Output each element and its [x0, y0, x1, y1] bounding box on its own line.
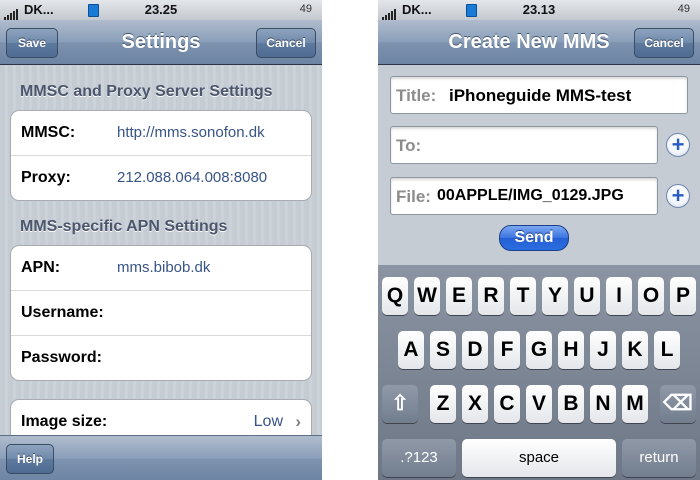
settings-screen: DK... 23.25 49 Save Settings Cancel MMSC…	[0, 0, 322, 480]
key-j[interactable]: J	[590, 331, 616, 369]
battery-level: 49	[677, 3, 690, 15]
settings-content: MMSC and Proxy Server Settings MMSC: htt…	[0, 65, 322, 445]
file-label: File:	[396, 187, 431, 206]
key-e[interactable]: E	[446, 277, 472, 315]
title-label: Title:	[396, 86, 437, 105]
key-m[interactable]: M	[622, 385, 648, 423]
key-v[interactable]: V	[526, 385, 552, 423]
key-k[interactable]: K	[622, 331, 648, 369]
proxy-field[interactable]: 212.088.064.008:8080	[117, 169, 267, 186]
send-button[interactable]: Send	[499, 225, 569, 251]
apn-label: APN:	[21, 259, 61, 276]
mmsc-label: MMSC:	[21, 124, 76, 141]
keyboard: Q W E R T Y U I O P A S D F G H J K L ⇧ …	[378, 265, 700, 480]
compose-area: Title: iPhoneguide MMS-test To: + File: …	[378, 65, 700, 265]
add-file-icon[interactable]: +	[666, 184, 690, 208]
clock: 23.25	[144, 2, 178, 17]
file-input[interactable]: 00APPLE/IMG_0129.JPG	[437, 187, 624, 205]
key-b[interactable]: B	[558, 385, 584, 423]
help-button[interactable]: Help	[6, 444, 54, 474]
section-header-mmsc: MMSC and Proxy Server Settings	[20, 83, 273, 100]
key-t[interactable]: T	[510, 277, 536, 315]
shift-icon[interactable]: ⇧	[382, 385, 418, 423]
key-o[interactable]: O	[638, 277, 664, 315]
file-field[interactable]: File: 00APPLE/IMG_0129.JPG	[390, 177, 658, 215]
mmsc-row[interactable]: MMSC: http://mms.sonofon.dk	[11, 111, 311, 155]
key-n[interactable]: N	[590, 385, 616, 423]
key-f[interactable]: F	[494, 331, 520, 369]
key-q[interactable]: Q	[382, 277, 408, 315]
cancel-button[interactable]: Cancel	[256, 28, 316, 58]
username-row[interactable]: Username:	[11, 290, 311, 335]
key-l[interactable]: L	[654, 331, 680, 369]
key-r[interactable]: R	[478, 277, 504, 315]
title-field[interactable]: Title: iPhoneguide MMS-test	[390, 76, 688, 114]
username-label: Username:	[21, 304, 104, 321]
mmsc-group: MMSC: http://mms.sonofon.dk Proxy: 212.0…	[10, 110, 312, 201]
key-x[interactable]: X	[462, 385, 488, 423]
clock: 23.13	[522, 2, 556, 17]
key-c[interactable]: C	[494, 385, 520, 423]
nav-bar: Save Settings Cancel	[0, 20, 322, 65]
section-header-apn: MMS-specific APN Settings	[20, 218, 228, 235]
key-y[interactable]: Y	[542, 277, 568, 315]
proxy-label: Proxy:	[21, 169, 71, 186]
key-u[interactable]: U	[574, 277, 600, 315]
key-g[interactable]: G	[526, 331, 552, 369]
to-field[interactable]: To:	[390, 126, 658, 164]
battery-level: 49	[299, 3, 312, 15]
apn-row[interactable]: APN: mms.bibob.dk	[11, 246, 311, 290]
page-title: Create New MMS	[448, 31, 610, 53]
image-size-label: Image size:	[21, 413, 108, 430]
apn-group: APN: mms.bibob.dk Username: Password:	[10, 245, 312, 381]
password-row[interactable]: Password:	[11, 335, 311, 380]
nav-bar: Create New MMS Cancel	[378, 20, 700, 65]
toolbar: Help	[0, 435, 322, 480]
create-mms-screen: DK... 23.13 49 Create New MMS Cancel Tit…	[378, 0, 700, 480]
key-i[interactable]: I	[606, 277, 632, 315]
backspace-icon[interactable]: ⌫	[660, 385, 696, 423]
proxy-row[interactable]: Proxy: 212.088.064.008:8080	[11, 155, 311, 200]
password-label: Password:	[21, 349, 102, 366]
key-h[interactable]: H	[558, 331, 584, 369]
title-input[interactable]: iPhoneguide MMS-test	[449, 86, 631, 106]
chevron-right-icon: ›	[295, 412, 301, 431]
return-key[interactable]: return	[622, 439, 696, 477]
cancel-button[interactable]: Cancel	[634, 28, 694, 58]
add-recipient-icon[interactable]: +	[666, 133, 690, 157]
space-key[interactable]: space	[462, 439, 616, 477]
image-size-value: Low	[253, 413, 283, 430]
mmsc-field[interactable]: http://mms.sonofon.dk	[117, 124, 265, 141]
status-bar: DK... 23.13 49	[378, 0, 700, 20]
status-bar: DK... 23.25 49	[0, 0, 322, 20]
key-d[interactable]: D	[462, 331, 488, 369]
key-z[interactable]: Z	[430, 385, 456, 423]
key-w[interactable]: W	[414, 277, 440, 315]
numbers-key[interactable]: .?123	[382, 439, 456, 477]
to-label: To:	[396, 136, 422, 155]
key-a[interactable]: A	[398, 331, 424, 369]
key-p[interactable]: P	[670, 277, 696, 315]
apn-field[interactable]: mms.bibob.dk	[117, 259, 210, 276]
key-s[interactable]: S	[430, 331, 456, 369]
